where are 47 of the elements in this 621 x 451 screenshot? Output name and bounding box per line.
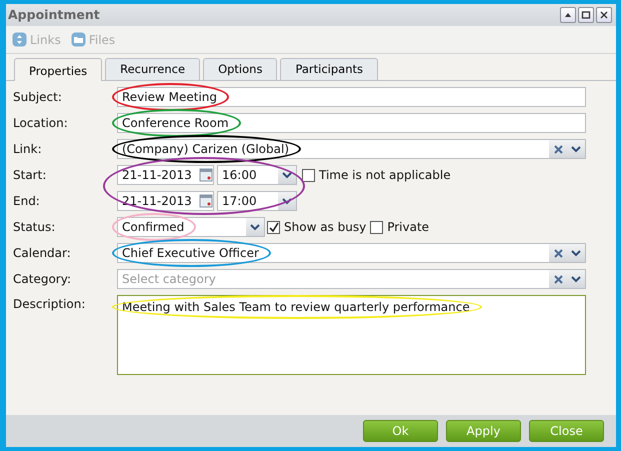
minimize-button[interactable]: [560, 7, 576, 23]
field-value: 16:00: [222, 167, 258, 184]
up-down-icon: [12, 32, 27, 47]
clear-icon[interactable]: [549, 270, 567, 288]
field-label: Status:: [13, 219, 56, 236]
field-value: Chief Executive Officer: [122, 244, 259, 262]
date-field[interactable]: 21-11-2013: [117, 165, 214, 185]
field-label: Category:: [13, 271, 72, 288]
clear-icon[interactable]: [549, 140, 567, 158]
close-icon: [599, 10, 609, 20]
maximize-button[interactable]: [578, 7, 594, 23]
time-field[interactable]: 16:00: [217, 165, 297, 185]
checkbox-label: Private: [387, 219, 430, 236]
folder-icon: [70, 32, 86, 47]
square-icon: [581, 10, 591, 20]
field-label: Calendar:: [13, 245, 72, 262]
field-value: Confirmed: [122, 218, 184, 236]
time-field[interactable]: 17:00: [217, 191, 297, 211]
calendar-icon: [199, 194, 213, 208]
clear-icon[interactable]: [549, 244, 567, 262]
checkbox[interactable]: [370, 220, 384, 234]
tab[interactable]: Properties: [14, 58, 102, 81]
field-value: 21-11-2013: [122, 167, 193, 184]
field-value: 21-11-2013: [122, 193, 193, 210]
checkbox[interactable]: [267, 220, 280, 234]
field-value: 17:00: [222, 193, 258, 210]
field-value: Conference Room: [122, 114, 229, 132]
field-label: Location:: [13, 115, 69, 132]
field-value: Meeting with Sales Team to review quarterly performance: [122, 300, 470, 314]
checkbox-label: Time is not applicable: [319, 167, 451, 184]
field-value: Review Meeting: [122, 88, 218, 106]
placeholder: Select category: [122, 271, 216, 288]
close-button[interactable]: [596, 7, 612, 23]
field-label: Start:: [13, 167, 48, 184]
checkbox[interactable]: [302, 168, 315, 182]
field-label: Subject:: [13, 89, 63, 106]
checkbox-label: Show as busy: [284, 219, 366, 236]
field-label: End:: [13, 193, 41, 210]
calendar-icon: [199, 168, 213, 182]
date-field[interactable]: 21-11-2013: [117, 191, 214, 211]
tab[interactable]: Participants: [280, 58, 378, 80]
window-title: Appointment: [8, 6, 101, 24]
tab[interactable]: Recurrence: [105, 58, 200, 80]
tab[interactable]: Options: [203, 58, 278, 80]
field-value: (Company) Carizen (Global): [122, 140, 290, 158]
field-label: Link:: [13, 141, 43, 158]
field-label: Description:: [13, 296, 86, 313]
